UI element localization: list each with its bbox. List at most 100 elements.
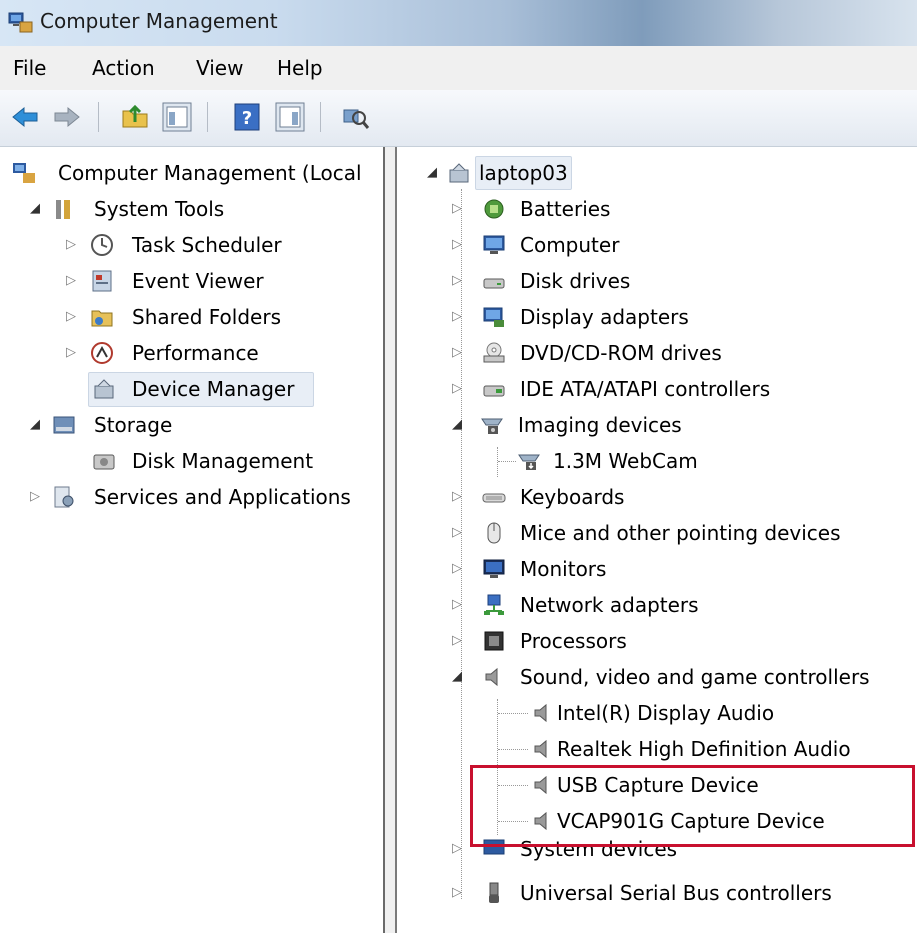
menu-action[interactable]: Action (92, 56, 155, 80)
expand-arrow-icon[interactable]: ▷ (452, 227, 462, 263)
tree-node-shared-folders[interactable]: ▷ Shared Folders (66, 299, 366, 335)
expand-arrow-icon[interactable]: ▷ (452, 371, 462, 407)
show-hide-action-pane-icon[interactable] (275, 102, 305, 132)
forward-arrow-icon[interactable] (52, 102, 82, 132)
device-node-realtek-audio[interactable]: Realtek High Definition Audio (527, 731, 907, 767)
device-node-ide[interactable]: ▷ IDE ATA/ATAPI controllers (452, 371, 852, 407)
toolbar-separator (207, 102, 208, 132)
device-node-processors[interactable]: ▷ Processors (452, 623, 852, 659)
pane-splitter[interactable] (385, 147, 395, 933)
tree-label: Disk drives (520, 269, 631, 293)
menu-file[interactable]: File (13, 56, 46, 80)
back-arrow-icon[interactable] (10, 102, 40, 132)
expand-arrow-icon[interactable]: ▷ (30, 479, 40, 515)
tree-node-system-tools[interactable]: ◢ System Tools (30, 191, 380, 227)
collapse-arrow-icon[interactable]: ◢ (30, 407, 40, 443)
device-node-sound[interactable]: ◢ Sound, video and game controllers (452, 659, 917, 695)
expand-arrow-icon[interactable]: ▷ (452, 515, 462, 551)
dvd-drive-icon (483, 342, 505, 363)
tree-node-task-scheduler[interactable]: ▷ Task Scheduler (66, 227, 366, 263)
tree-line (498, 713, 528, 714)
device-node-computer[interactable]: ▷ Computer (452, 227, 852, 263)
tree-label: Task Scheduler (132, 233, 282, 257)
expand-arrow-icon[interactable]: ▷ (452, 479, 462, 515)
ide-controller-icon (483, 385, 505, 397)
expand-arrow-icon[interactable]: ▷ (452, 623, 462, 659)
expand-arrow-icon[interactable]: ▷ (66, 263, 76, 299)
expand-arrow-icon[interactable]: ▷ (66, 335, 76, 371)
shared-folder-icon (91, 310, 113, 327)
tree-label: System Tools (94, 197, 225, 221)
tree-label: IDE ATA/ATAPI controllers (520, 377, 771, 401)
speaker-icon (534, 739, 547, 759)
expand-arrow-icon[interactable]: ▷ (452, 335, 462, 371)
menu-view[interactable]: View (196, 56, 243, 80)
tree-node-device-manager[interactable]: Device Manager (88, 371, 318, 407)
help-icon[interactable]: ? (232, 102, 262, 132)
mouse-icon (487, 522, 501, 544)
disk-drive-icon (483, 278, 505, 289)
tree-node-event-viewer[interactable]: ▷ Event Viewer (66, 263, 366, 299)
expand-arrow-icon[interactable]: ▷ (66, 299, 76, 335)
show-hide-console-tree-icon[interactable] (162, 102, 192, 132)
highlight-box (470, 765, 915, 847)
battery-icon (484, 199, 504, 219)
expand-arrow-icon[interactable]: ▷ (452, 299, 462, 335)
tree-node-services[interactable]: ▷ Services and Applications (30, 479, 380, 515)
storage-icon (53, 416, 75, 434)
device-node-disk-drives[interactable]: ▷ Disk drives (452, 263, 852, 299)
collapse-arrow-icon[interactable]: ◢ (427, 155, 437, 191)
tree-label: Performance (132, 341, 259, 365)
device-node-display-adapters[interactable]: ▷ Display adapters (452, 299, 852, 335)
tools-icon (56, 200, 70, 219)
expand-arrow-icon[interactable]: ▷ (66, 227, 76, 263)
expand-arrow-icon[interactable]: ▷ (452, 875, 462, 911)
tree-label: 1.3M WebCam (553, 449, 698, 473)
tree-node-disk-management[interactable]: Disk Management (88, 443, 348, 479)
device-node-dvd[interactable]: ▷ DVD/CD-ROM drives (452, 335, 852, 371)
speaker-icon (485, 667, 498, 687)
tree-label: Display adapters (520, 305, 689, 329)
collapse-arrow-icon[interactable]: ◢ (30, 191, 40, 227)
device-node-webcam[interactable]: 1.3M WebCam (517, 443, 817, 479)
tree-node-storage[interactable]: ◢ Storage (30, 407, 330, 443)
keyboard-icon (482, 493, 506, 503)
tree-node-performance[interactable]: ▷ Performance (66, 335, 366, 371)
console-tree-pane: Computer Management (Local ◢ System Tool… (0, 147, 385, 933)
speaker-icon (534, 703, 547, 723)
scan-hardware-icon[interactable] (340, 102, 370, 132)
tree-label: Imaging devices (518, 413, 682, 437)
expand-arrow-icon[interactable]: ▷ (452, 839, 462, 867)
tree-label: Keyboards (520, 485, 625, 509)
collapse-arrow-icon[interactable]: ◢ (452, 407, 462, 443)
computer-icon (449, 163, 469, 183)
expand-arrow-icon[interactable]: ▷ (452, 191, 462, 227)
device-node-keyboards[interactable]: ▷ Keyboards (452, 479, 852, 515)
up-folder-icon[interactable] (120, 102, 150, 132)
expand-arrow-icon[interactable]: ▷ (452, 551, 462, 587)
device-node-batteries[interactable]: ▷ Batteries (452, 191, 852, 227)
performance-icon (91, 342, 113, 364)
expand-arrow-icon[interactable]: ▷ (452, 263, 462, 299)
tree-label: Sound, video and game controllers (520, 665, 870, 689)
processor-icon (484, 631, 504, 651)
device-node-laptop03[interactable]: ◢ laptop03 (427, 155, 727, 191)
tree-node-root[interactable]: Computer Management (Local (12, 155, 382, 191)
device-node-intel-audio[interactable]: Intel(R) Display Audio (527, 695, 907, 731)
device-node-network[interactable]: ▷ Network adapters (452, 587, 852, 623)
device-node-usb-controllers[interactable]: ▷ Universal Serial Bus controllers (452, 875, 892, 911)
tree-label: Realtek High Definition Audio (557, 737, 851, 761)
title-bar: Computer Management (0, 0, 917, 47)
device-node-monitors[interactable]: ▷ Monitors (452, 551, 852, 587)
menu-bar: File Action View Help (0, 46, 917, 91)
device-node-imaging[interactable]: ◢ Imaging devices (452, 407, 852, 443)
tree-label: Disk Management (132, 449, 314, 473)
collapse-arrow-icon[interactable]: ◢ (452, 659, 462, 695)
window-title: Computer Management (40, 9, 278, 33)
monitor-icon (483, 235, 505, 254)
expand-arrow-icon[interactable]: ▷ (452, 587, 462, 623)
tree-label: Network adapters (520, 593, 699, 617)
device-node-mice[interactable]: ▷ Mice and other pointing devices (452, 515, 912, 551)
menu-help[interactable]: Help (277, 56, 323, 80)
tree-label: DVD/CD-ROM drives (520, 341, 722, 365)
